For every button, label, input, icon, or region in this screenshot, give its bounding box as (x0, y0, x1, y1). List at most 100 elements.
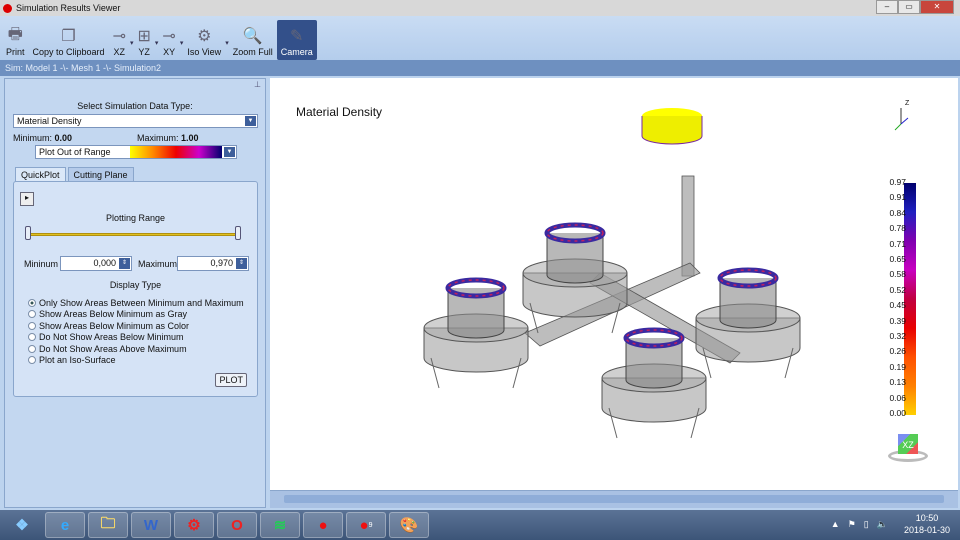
toolbar-label: XY (163, 47, 176, 57)
yellow-disk (641, 116, 703, 145)
legend-tick-label: 0.78 (889, 223, 906, 234)
radio-button[interactable] (28, 344, 36, 353)
max-label: Maximum: (137, 133, 179, 143)
taskbar-app-red-gear[interactable]: ⚙ (174, 512, 214, 538)
show-hidden-icons[interactable]: ▲ (831, 519, 840, 529)
data-type-select[interactable]: Material Density ▼ (13, 114, 258, 128)
volume-icon[interactable]: 🔈 (877, 519, 888, 530)
legend-tick-label: 0.00 (889, 408, 906, 418)
radio-button[interactable] (28, 321, 36, 330)
radio-button[interactable] (28, 310, 36, 319)
taskbar-spotify[interactable]: ≋ (260, 512, 300, 538)
display-type-option[interactable]: Plot an Iso-Surface (28, 355, 244, 367)
flag-icon[interactable]: ⚑ (848, 519, 856, 530)
printer-icon: 🖶 (7, 25, 23, 43)
clock-time: 10:50 (915, 513, 939, 523)
taskbar-start[interactable]: ❖ (2, 512, 42, 538)
taskbar-internet-explorer[interactable]: e (45, 512, 85, 538)
xy-view-icon: ⊸ (162, 28, 176, 45)
app-red-gear-icon: ⚙ (187, 517, 201, 534)
max-value: 1.00 (181, 133, 199, 143)
plotting-range-label: Plotting Range (105, 213, 166, 223)
taskbar-file-explorer[interactable]: 🗀 (88, 512, 128, 538)
minimize-button[interactable]: – (876, 0, 898, 14)
taskbar-paint[interactable]: 🎨 (389, 512, 429, 538)
range-slider-min-handle[interactable] (25, 226, 31, 240)
film-icon[interactable]: ▸ (20, 192, 34, 206)
legend-tick-label: 0.84 (889, 207, 906, 218)
file-explorer-icon: 🗀 (100, 514, 116, 532)
taskbar-word[interactable]: W (131, 512, 171, 538)
toolbar-button-xz[interactable]: ⊸ XZ (109, 20, 130, 60)
toolbar-button-camera[interactable]: ✎ Camera (276, 20, 317, 60)
horizontal-scrollbar[interactable] (270, 490, 958, 508)
toolbar-label: Print (6, 47, 25, 57)
view-cube-label: XZ (898, 434, 918, 454)
spinner-arrows-icon[interactable]: ⇕ (236, 258, 247, 269)
option-label: Do Not Show Areas Above Maximum (39, 343, 187, 354)
display-type-option[interactable]: Only Show Areas Between Minimum and Maxi… (28, 297, 244, 309)
title-bar: Simulation Results Viewer – ▭ ✕ (0, 0, 960, 16)
3d-viewport[interactable]: Material Density Z XZ 0.97 0.91 0.84 0.78 0.… (270, 78, 958, 490)
axis-triad-icon: Z (892, 100, 914, 132)
option-label: Show Areas Below Minimum as Color (39, 320, 190, 331)
view-cube-icon[interactable]: XZ (886, 430, 930, 464)
maximum-spinner[interactable]: 0,970 ⇕ (177, 256, 249, 271)
battery-icon[interactable]: ▯ (864, 519, 869, 530)
display-type-option[interactable]: Show Areas Below Minimum as Color (28, 320, 244, 332)
clock[interactable]: 10:50 2018-01-30 (904, 512, 950, 536)
app-icon (3, 3, 12, 13)
taskbar-opera[interactable]: O (217, 512, 257, 538)
pin-icon[interactable]: ⊥ (254, 80, 261, 89)
radio-button[interactable] (28, 333, 36, 342)
option-label: Show Areas Below Minimum as Gray (39, 309, 188, 320)
option-label: Only Show Areas Between Minimum and Maxi… (39, 297, 244, 308)
minimum-spinner[interactable]: 0,000 ⇕ (60, 256, 132, 271)
range-slider-max-handle[interactable] (235, 226, 241, 240)
display-type-option[interactable]: Do Not Show Areas Below Minimum (28, 332, 244, 344)
chevron-down-icon: ▼ (245, 116, 256, 126)
paint-icon: 🎨 (399, 517, 419, 534)
toolbar-button-iso-view[interactable]: ⚙ Iso View (183, 20, 225, 60)
legend-tick-label: 0.91 (889, 192, 906, 203)
magnifier-icon: 🔍 (242, 28, 263, 45)
display-type-option[interactable]: Show Areas Below Minimum as Gray (28, 309, 244, 321)
taskbar-simulation-viewer[interactable]: ● 9 (346, 512, 386, 538)
yz-view-icon: ⊞ (137, 28, 151, 45)
taskbar-red-app[interactable]: ● (303, 512, 343, 538)
display-type-option[interactable]: Do Not Show Areas Above Maximum (28, 343, 244, 355)
toolbar-button-yz[interactable]: ⊞ YZ (133, 20, 154, 60)
toolbar-button-copy-to-clipboard[interactable]: ❐ Copy to Clipboard (29, 20, 109, 60)
toolbar-button-zoom-full[interactable]: 🔍 Zoom Full (229, 20, 277, 60)
breadcrumb: Sim: Model 1 -\- Mesh 1 -\- Simulation2 (0, 60, 960, 76)
legend-tick-label: 0.13 (889, 377, 906, 388)
quickplot-panel: ▸ Plotting Range Mininum 0,000 ⇕ Maximum … (13, 181, 258, 397)
spinner-arrows-icon[interactable]: ⇕ (119, 258, 130, 269)
toolbar-button-xy[interactable]: ⊸ XY (158, 20, 179, 60)
legend-tick-label: 0.71 (889, 238, 906, 249)
plot-button[interactable]: PLOT (215, 373, 247, 387)
maximize-button[interactable]: ▭ (898, 0, 920, 14)
select-data-type-label: Select Simulation Data Type: (77, 101, 193, 111)
start-icon: ❖ (15, 517, 29, 534)
legend-tick-label: 0.52 (889, 284, 906, 295)
scrollbar-thumb[interactable] (284, 495, 944, 503)
legend-tick-label: 0.58 (889, 269, 906, 280)
toolbar-label: XZ (113, 47, 126, 57)
toolbar-button-print[interactable]: 🖶 Print (2, 20, 29, 60)
internet-explorer-icon: e (60, 516, 70, 534)
radio-button[interactable] (28, 298, 36, 307)
range-slider-track[interactable] (28, 233, 238, 236)
legend-tick-label: 0.26 (889, 346, 906, 357)
radio-button[interactable] (28, 356, 36, 365)
sprue (681, 175, 695, 277)
toolbar-label: Copy to Clipboard (32, 47, 105, 57)
casting-part (522, 222, 628, 334)
tab-cutting-plane[interactable]: Cutting Plane (67, 167, 134, 182)
legend-tick-label: 0.06 (889, 392, 906, 403)
close-button[interactable]: ✕ (920, 0, 954, 14)
tab-quickplot[interactable]: QuickPlot (15, 167, 66, 182)
casting-part (423, 277, 529, 389)
palette-select[interactable]: Plot Out of Range ▼ (35, 145, 237, 159)
legend-tick-label: 0.97 (889, 177, 906, 187)
